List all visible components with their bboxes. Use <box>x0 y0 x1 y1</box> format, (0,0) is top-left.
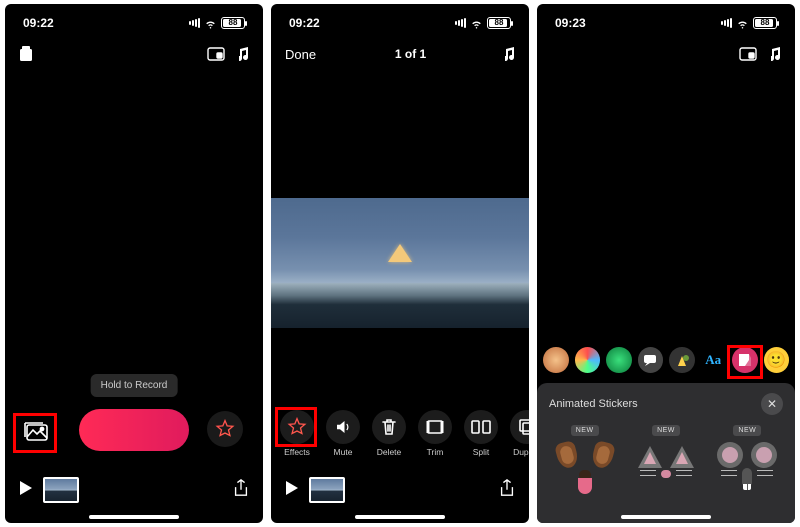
effect-filters-icon[interactable] <box>575 347 601 373</box>
effect-memoji-icon[interactable] <box>543 347 569 373</box>
effect-emoji-icon[interactable]: 🙂 <box>764 347 790 373</box>
battery-icon: 88 <box>221 17 245 29</box>
record-tooltip: Hold to Record <box>91 374 178 397</box>
camera-viewport: Hold to Record <box>5 70 263 523</box>
tool-delete[interactable]: Delete <box>369 410 409 457</box>
sticker-cat[interactable]: NEW <box>630 425 701 492</box>
wifi-icon <box>204 17 217 30</box>
status-right: 88 <box>454 17 511 30</box>
music-icon[interactable] <box>771 47 781 61</box>
project-icon[interactable] <box>19 46 33 62</box>
screenshot-1: 09:22 88 Hold to Record <box>5 4 263 523</box>
highlight-box-library <box>13 413 57 453</box>
clip-tray <box>285 475 515 505</box>
clip-tray <box>19 475 249 505</box>
wifi-icon <box>736 17 749 30</box>
clip-counter: 1 of 1 <box>395 47 426 61</box>
highlight-box-effects <box>275 407 317 447</box>
animated-stickers-panel: Animated Stickers ✕ NEW NEW <box>537 383 795 523</box>
status-right: 88 <box>188 17 245 30</box>
signal-icon <box>720 18 732 28</box>
status-bar: 09:23 88 <box>537 4 795 38</box>
sticker-dog[interactable]: NEW <box>549 425 620 492</box>
signal-icon <box>188 18 200 28</box>
wifi-icon <box>470 17 483 30</box>
status-time: 09:22 <box>289 16 320 30</box>
effects-button[interactable] <box>207 411 243 447</box>
status-bar: 09:22 88 <box>271 4 529 38</box>
top-bar: Done 1 of 1 <box>271 38 529 70</box>
record-button[interactable] <box>79 409 189 451</box>
signal-icon <box>454 18 466 28</box>
sticker-dog-icon <box>555 440 615 492</box>
status-time: 09:23 <box>555 16 586 30</box>
effects-viewport: Aa 🙂 Animated Stickers ✕ NEW NEW <box>537 70 795 523</box>
tool-mute-label: Mute <box>334 447 353 457</box>
tool-effects-label: Effects <box>284 447 310 457</box>
screenshot-3: 09:23 88 Aa 🙂 Animated Stickers <box>537 4 795 523</box>
tool-split-label: Split <box>473 447 490 457</box>
share-button[interactable] <box>233 479 249 502</box>
screenshot-2: 09:22 88 Done 1 of 1 Effects Mute Delete <box>271 4 529 523</box>
new-badge: NEW <box>733 425 761 436</box>
sticker-mouse-icon <box>717 440 777 492</box>
battery-icon: 88 <box>487 17 511 29</box>
tool-split[interactable]: Split <box>461 410 501 457</box>
effect-live-icon[interactable] <box>606 347 632 373</box>
effect-text-icon[interactable]: Aa <box>701 347 727 373</box>
music-icon[interactable] <box>505 47 515 61</box>
top-bar <box>5 38 263 70</box>
status-right: 88 <box>720 17 777 30</box>
share-button[interactable] <box>499 479 515 502</box>
photo-preview[interactable] <box>271 198 529 328</box>
tool-trim[interactable]: Trim <box>415 410 455 457</box>
tool-delete-label: Delete <box>377 447 402 457</box>
effect-shapes-icon[interactable] <box>669 347 695 373</box>
status-bar: 09:22 88 <box>5 4 263 38</box>
effect-text-bubble-icon[interactable] <box>638 347 664 373</box>
play-button[interactable] <box>19 481 33 500</box>
top-bar <box>537 38 795 70</box>
clip-thumbnail[interactable] <box>43 477 79 503</box>
home-indicator <box>89 515 179 519</box>
done-button[interactable]: Done <box>285 47 316 62</box>
sticker-mouse[interactable]: NEW <box>712 425 783 492</box>
tool-mute[interactable]: Mute <box>323 410 363 457</box>
battery-icon: 88 <box>753 17 777 29</box>
close-button[interactable]: ✕ <box>761 393 783 415</box>
highlight-box-stickers <box>727 345 763 379</box>
aspect-ratio-icon[interactable] <box>207 47 225 61</box>
music-icon[interactable] <box>239 47 249 61</box>
tool-duplicate[interactable]: Dupli… <box>507 410 529 457</box>
aspect-ratio-icon[interactable] <box>739 47 757 61</box>
home-indicator <box>355 515 445 519</box>
panel-title: Animated Stickers <box>549 398 638 410</box>
status-time: 09:22 <box>23 16 54 30</box>
play-button[interactable] <box>285 481 299 500</box>
new-badge: NEW <box>652 425 680 436</box>
tool-trim-label: Trim <box>427 447 444 457</box>
home-indicator <box>621 515 711 519</box>
editor-viewport: Effects Mute Delete Trim Split Dupli… <box>271 70 529 523</box>
new-badge: NEW <box>571 425 599 436</box>
sticker-cat-icon <box>636 440 696 492</box>
tool-duplicate-label: Dupli… <box>513 447 529 457</box>
clip-thumbnail[interactable] <box>309 477 345 503</box>
